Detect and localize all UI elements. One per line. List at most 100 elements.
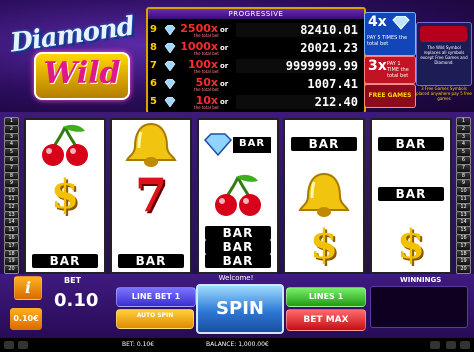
diamond-icon [164,79,176,89]
payline-number-left[interactable]: 20 [4,265,19,275]
paytable-or: or [220,98,229,106]
paytable-or: or [220,44,229,52]
multiplier-3x-label: 3x [368,58,387,74]
winnings-display [370,286,468,328]
reel-symbol-bar: BAR BAR BAR [199,220,277,270]
sound-icon[interactable] [18,341,28,349]
paytable-subtext: the total bet [194,105,219,110]
progressive-value: 20021.23 [236,41,358,55]
bar-symbol: BAR [32,254,98,268]
reel-symbol-bar: BAR [285,120,363,170]
lines-button[interactable]: LINES 1 [286,287,366,307]
logo-wild-text: Wild [43,56,121,91]
wild-info-panel: The Wild Symbol replaces all symbols exc… [416,22,472,86]
wild-mini-logo [420,26,467,42]
game-logo: Diamond Wild [8,12,144,104]
reel-symbol-cherry [199,170,277,220]
diamond-bar-symbol: BAR [238,138,266,149]
free-games-badge: FREE GAMES [364,84,416,108]
reel-symbol-bell [285,170,363,220]
reel-symbol-dollar: $ [372,220,450,270]
bar-symbol: BAR [205,254,271,268]
winnings-label: WINNINGS [400,276,442,284]
spin-button[interactable]: SPIN [196,284,284,334]
paytable-subtext: the total bet [194,33,219,38]
bar-symbol: BAR [205,226,271,240]
diamond-icon [164,97,176,107]
paytable-or: or [220,62,229,70]
multiplier-3x-panel: 3x PAY 1 TIME the total bet [364,56,416,84]
multiplier-3x-text: PAY 1 TIME the total bet [387,61,409,79]
bar-symbol: BAR [378,137,444,151]
diamond-icon [164,25,176,35]
paytable-row: 8 1000x the total bet or 20021.23 [150,40,362,57]
reel-symbol-cherry [26,120,104,170]
reel-5: BAR BAR $ [370,118,452,274]
diamond-count: 9 [150,24,157,35]
line-bet-button[interactable]: LINE BET 1 [116,287,196,307]
diamond-icon [164,43,176,53]
reel-symbol-bar: BAR [372,170,450,220]
dollar-symbol: $ [51,171,79,218]
bar-symbol: BAR [291,137,357,151]
info-button[interactable]: i [14,276,42,300]
reel-symbol-seven: 7 [112,170,190,220]
reel-symbol-dollar: $ [26,170,104,220]
auto-spin-button[interactable]: AUTO SPIN [116,309,194,329]
status-bar: BET: 0.10€ BALANCE: 1,000.00€ [0,338,474,352]
diamond-count: 6 [150,78,157,89]
reel-symbol-bar: BAR [112,220,190,270]
bar-symbol: BAR [205,240,271,254]
paytable-or: or [220,80,229,88]
payline-number-right[interactable]: 20 [456,265,471,275]
home-icon[interactable] [4,341,14,349]
paytable-or: or [220,26,229,34]
reel-2: 7 BAR [110,118,192,274]
reel-symbol-bell [112,120,190,170]
reel-3: BAR BAR BAR BAR [197,118,279,274]
multiplier-4x-panel: 4x PAY 5 TIMES the total bet [364,12,416,56]
diamond-icon [164,61,176,71]
paytable-subtext: the total bet [194,69,219,74]
settings-icon[interactable] [430,341,440,349]
dollar-symbol: $ [310,221,338,268]
paytable-subtext: the total bet [194,87,219,92]
free-games-info: 3 Free Games Symbols placed anywhere pay… [416,86,472,101]
reel-1: $ BAR [24,118,106,274]
paytable-header: PROGRESSIVE [148,9,364,19]
reel-symbol-dollar: $ [285,220,363,270]
paytable-row: 9 2500x the total bet or 82410.01 [150,22,362,39]
reel-symbol-diamond: BAR [199,120,277,170]
multiplier-4x-label: 4x [368,14,387,30]
logo-wild-badge: Wild [34,52,130,100]
wild-info-text: The Wild Symbol replaces all symbols exc… [420,45,468,65]
paytable-row: 7 100x the total bet or 9999999.99 [150,58,362,75]
bet-label: BET [64,276,82,285]
fullscreen-icon[interactable] [460,341,470,349]
message-text: Welcome! [218,274,254,282]
diamond-count: 8 [150,42,157,53]
help-icon[interactable] [446,341,456,349]
bar-symbol: BAR [378,187,444,201]
progressive-value: 9999999.99 [236,59,358,73]
stake-button[interactable]: 0.10€ [10,308,42,330]
paytable-row: 5 10x the total bet or 212.40 [150,94,362,111]
progressive-value: 212.40 [236,95,358,109]
seven-symbol: 7 [134,168,167,222]
progressive-value: 1007.41 [236,77,358,91]
paytable-subtext: the total bet [194,51,219,56]
status-bet: BET: 0.10€ [122,341,155,348]
bet-max-button[interactable]: BET MAX [286,309,366,331]
diamond-icon [392,16,410,30]
status-balance: BALANCE: 1,000.00€ [206,341,269,348]
reel-4: BAR $ [283,118,365,274]
reel-symbol-bar: BAR [26,220,104,270]
bet-value: 0.10 [54,290,99,311]
bar-symbol: BAR [118,254,184,268]
paytable-row: 6 50x the total bet or 1007.41 [150,76,362,93]
dollar-symbol: $ [397,221,425,268]
multiplier-4x-text: PAY 5 TIMES the total bet [367,35,408,47]
progressive-value: 82410.01 [236,23,358,37]
diamond-count: 7 [150,60,157,71]
diamond-count: 5 [150,96,157,107]
